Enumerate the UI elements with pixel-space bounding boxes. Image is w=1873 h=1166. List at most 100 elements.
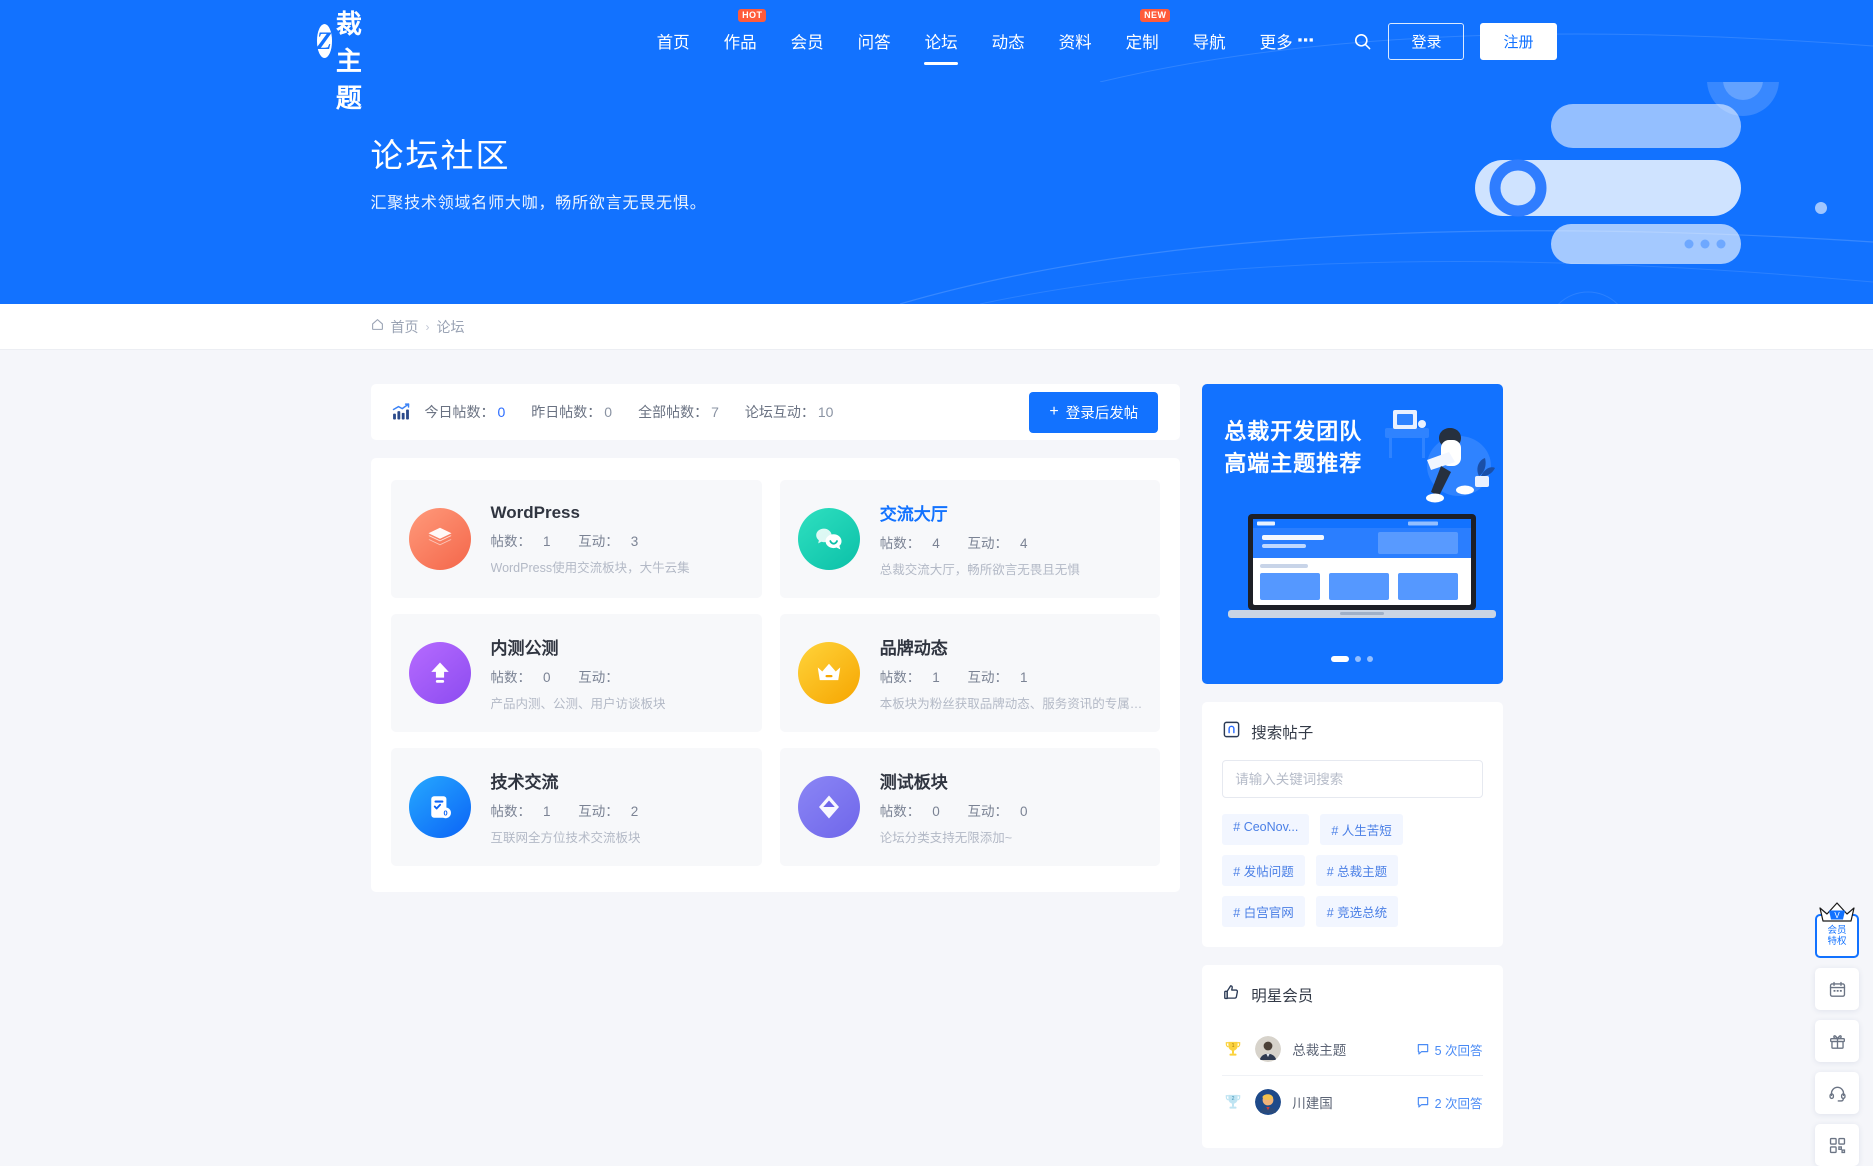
- calendar-icon: [1829, 981, 1845, 997]
- forum-title: 交流大厅: [879, 505, 948, 524]
- qrcode-icon-button[interactable]: [1815, 1124, 1859, 1166]
- carousel-dot[interactable]: [1355, 656, 1362, 662]
- forum-posts-value: 0: [543, 670, 551, 685]
- promo-line1: 总裁开发团队: [1224, 419, 1363, 444]
- nav-item-navigation[interactable]: 导航: [1176, 0, 1243, 82]
- tag-item[interactable]: # 竞选总统: [1315, 896, 1399, 927]
- site-logo[interactable]: Z 总裁主题: [316, 0, 385, 115]
- promo-carousel-dots[interactable]: [1331, 656, 1374, 662]
- search-input[interactable]: [1222, 760, 1483, 798]
- forum-title: 内测公测: [490, 639, 559, 658]
- stat-yesterday-value: 0: [604, 404, 613, 420]
- stat-total-value: 7: [711, 404, 719, 420]
- stat-yesterday: 昨日帖数： 0: [531, 404, 613, 420]
- promo-banner[interactable]: 总裁开发团队 高端主题推荐: [1202, 384, 1503, 684]
- breadcrumb-bar: 首页 › 论坛: [0, 304, 1873, 350]
- forum-meta: 帖数： 0 互动： 0: [879, 804, 1028, 819]
- forum-posts-value: 0: [932, 804, 940, 819]
- avatar: [1255, 1089, 1282, 1115]
- tag-item[interactable]: # 发帖问题: [1222, 855, 1305, 886]
- breadcrumb-separator: ›: [425, 319, 430, 334]
- chat-icon: [797, 508, 860, 570]
- login-button[interactable]: 登录: [1388, 22, 1465, 60]
- promo-illustration-icon: [1384, 410, 1495, 503]
- forum-item-tech-exchange[interactable]: 0 技术交流 帖数： 1 互动： 2 互联网全方位技术交流板块: [390, 748, 762, 866]
- sidebar-column: 总裁开发团队 高端主题推荐 搜索帖子 请输入关键词搜索 # CeoNov... …: [1202, 384, 1503, 1166]
- star-member-row[interactable]: 1 总裁主题 5 次回答: [1222, 1023, 1483, 1076]
- site-header: Z 总裁主题 首页 HOT 作品 会员 问答 论坛 动态: [0, 0, 1873, 113]
- panel-title: 搜索帖子: [1251, 725, 1314, 742]
- promo-line2: 高端主题推荐: [1224, 450, 1363, 476]
- search-icon[interactable]: [1353, 32, 1372, 51]
- tag-item[interactable]: # 总裁主题: [1315, 855, 1399, 886]
- nav-item-custom[interactable]: NEW 定制: [1109, 0, 1176, 82]
- home-icon: [371, 318, 384, 336]
- carousel-dot[interactable]: [1367, 656, 1374, 662]
- trophy-rank-icon: 2: [1222, 1091, 1244, 1113]
- forum-item-exchange-hall[interactable]: 交流大厅 帖数： 4 互动： 4 总裁交流大厅，畅所欲言无畏且无惧: [779, 480, 1161, 598]
- forum-title: 测试板块: [879, 773, 948, 792]
- svg-text:0: 0: [443, 809, 447, 818]
- tag-item[interactable]: # 人生苦短: [1320, 814, 1403, 845]
- forum-desc: 总裁交流大厅，畅所欲言无畏且无惧: [879, 563, 1080, 577]
- nav-label: 定制: [1125, 34, 1159, 52]
- forum-meta: 帖数： 1 互动： 2: [490, 804, 639, 819]
- star-member-answers: 2 次回答: [1416, 1093, 1483, 1112]
- nav-item-resources[interactable]: 资料: [1042, 0, 1109, 82]
- forum-desc: 产品内测、公测、用户访谈板块: [490, 697, 666, 711]
- avatar: [1255, 1036, 1282, 1062]
- headset-icon-button[interactable]: [1815, 1072, 1859, 1114]
- tag-item[interactable]: # CeoNov...: [1222, 814, 1310, 845]
- nav-badge-hot: HOT: [738, 9, 767, 22]
- breadcrumb-home[interactable]: 首页: [391, 317, 419, 337]
- nav-item-member[interactable]: 会员: [774, 0, 841, 82]
- nav-item-home[interactable]: 首页: [640, 0, 707, 82]
- nav-label: 动态: [991, 34, 1025, 52]
- trophy-rank-icon: 1: [1222, 1038, 1244, 1060]
- nav-label: 作品: [723, 34, 757, 52]
- svg-text:2: 2: [1232, 1096, 1235, 1102]
- gift-icon-button[interactable]: [1815, 1020, 1859, 1062]
- nav-item-feed[interactable]: 动态: [975, 0, 1042, 82]
- vip-privilege-button[interactable]: V 会员 特权: [1815, 902, 1859, 958]
- nav-label: 首页: [656, 34, 690, 52]
- forum-inter-value: 3: [630, 533, 639, 549]
- star-member-row[interactable]: 2 川建国 2 次回答: [1222, 1076, 1483, 1128]
- svg-text:1: 1: [1232, 1043, 1235, 1049]
- forum-stats-bar: 今日帖数： 0 昨日帖数： 0 全部帖数： 7 论坛互动： 10 + 登录后发帖: [370, 384, 1181, 440]
- star-member-name: 川建国: [1292, 1096, 1333, 1111]
- forum-item-test-board[interactable]: 测试板块 帖数： 0 互动： 0 论坛分类支持无限添加~: [779, 748, 1161, 866]
- tag-item[interactable]: # 白宫官网: [1222, 896, 1305, 927]
- nav-item-forum[interactable]: 论坛: [908, 0, 975, 82]
- forum-inter-value: 2: [630, 804, 639, 819]
- forum-item-brand-news[interactable]: 品牌动态 帖数： 1 互动： 1 本板块为粉丝获取品牌动态、服务资讯的专属…: [779, 614, 1161, 732]
- gift-icon: [1829, 1034, 1845, 1049]
- stat-interactions-value: 10: [817, 404, 834, 420]
- calendar-icon-button[interactable]: [1815, 968, 1859, 1010]
- comment-icon: [1417, 1044, 1428, 1055]
- comment-icon: [1417, 1097, 1428, 1108]
- page-title: 论坛社区: [370, 137, 511, 174]
- nav-item-more[interactable]: 更多 ▪▪▪: [1243, 0, 1332, 82]
- more-dots-icon: ▪▪▪: [1297, 31, 1315, 47]
- nav-item-qa[interactable]: 问答: [841, 0, 908, 82]
- breadcrumb-current[interactable]: 论坛: [437, 317, 465, 337]
- hero-illustration-icon: [1475, 82, 1827, 264]
- carousel-dot[interactable]: [1331, 656, 1350, 662]
- forum-desc: 本板块为粉丝获取品牌动态、服务资讯的专属…: [879, 697, 1143, 711]
- plus-icon: +: [1049, 403, 1059, 420]
- forum-list-card: WordPress 帖数： 1 互动： 3 WordPress使用交流板块，大牛云集: [370, 458, 1181, 892]
- create-post-label: 登录后发帖: [1065, 405, 1139, 422]
- search-posts-panel: 搜索帖子 # CeoNov... # 人生苦短 # 发帖问题 # 总裁主题 # …: [1202, 702, 1503, 947]
- search-post-icon: [1222, 720, 1241, 744]
- forum-desc: WordPress使用交流板块，大牛云集: [490, 560, 690, 575]
- register-button[interactable]: 注册: [1480, 22, 1557, 60]
- layers-icon: [408, 508, 471, 570]
- create-post-button[interactable]: + 登录后发帖: [1029, 391, 1159, 433]
- forum-item-beta-test[interactable]: 内测公测 帖数： 0 互动： 产品内测、公测、用户访谈板块: [390, 614, 762, 732]
- nav-item-works[interactable]: HOT 作品: [707, 0, 774, 82]
- forum-item-wordpress[interactable]: WordPress 帖数： 1 互动： 3 WordPress使用交流板块，大牛云集: [390, 480, 762, 598]
- stat-today-value: 0: [497, 404, 506, 420]
- chart-icon: [391, 402, 411, 422]
- forum-meta: 帖数： 1 互动： 3: [490, 533, 639, 549]
